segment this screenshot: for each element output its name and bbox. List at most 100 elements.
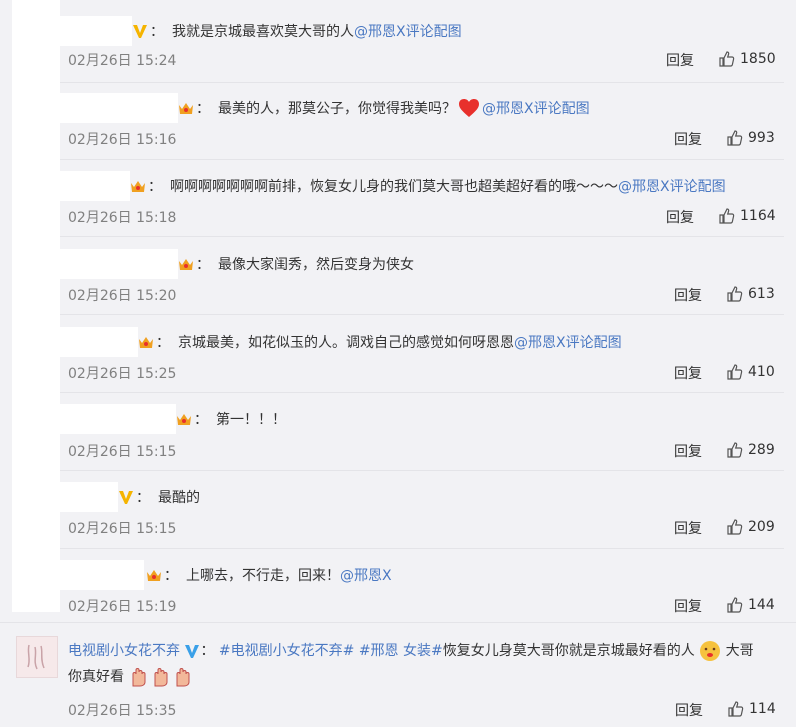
comment-item: ： 最美的人，那莫公子，你觉得我美吗？ @邢恩X 评论配图 02月26日 15:…: [60, 82, 784, 159]
like-count: 209: [748, 519, 775, 535]
username-redacted: [60, 16, 132, 46]
username-redacted: [60, 404, 176, 434]
colon: ：: [196, 257, 210, 273]
thumbs-up-icon: [727, 286, 743, 302]
like-button[interactable]: 613: [726, 285, 775, 303]
like-button[interactable]: 289: [726, 441, 775, 459]
colon: ：: [194, 412, 208, 428]
colon: ：: [136, 490, 150, 506]
comment-item: ： 京城最美，如花似玉的人。调戏自己的感觉如何呀恩恩 @邢恩X 评论配图 02月…: [60, 314, 784, 391]
comment-text: 最美的人，那莫公子，你觉得我美吗？: [218, 101, 456, 117]
colon: ：: [150, 24, 164, 40]
comment-line: ： 第一！！！: [176, 404, 286, 434]
mention-link[interactable]: @邢恩X: [618, 176, 670, 196]
comment-line: ： 京城最美，如花似玉的人。调戏自己的感觉如何呀恩恩 @邢恩X 评论配图: [138, 327, 622, 357]
comment-text: 上哪去，不行走，回来！: [186, 568, 340, 584]
comment-item: ： 最像大家闺秀，然后变身为侠女 02月26日 15:20 回复 613: [60, 236, 784, 313]
like-button[interactable]: 114: [727, 700, 776, 718]
reply-button[interactable]: 回复: [666, 50, 694, 70]
thumbs-up-icon: [727, 519, 743, 535]
comment-date: 02月26日 15:35: [68, 703, 177, 719]
comment-line: ： 最美的人，那莫公子，你觉得我美吗？ @邢恩X 评论配图: [178, 93, 590, 123]
crown-icon: [177, 414, 191, 425]
like-button[interactable]: 144: [726, 596, 775, 614]
colon: ：: [156, 335, 170, 351]
comment-item: ： 啊啊啊啊啊啊啊前排，恢复女儿身的我们莫大哥也超美超好看的哦～～～ @邢恩X …: [60, 159, 784, 236]
crown-icon: [179, 259, 193, 270]
comment-date: 02月26日 15:19: [68, 599, 177, 615]
like-count: 1850: [740, 51, 776, 67]
comment-item: ： 第一！！！ 02月26日 15:15 回复 289: [60, 392, 784, 469]
left-panel: [12, 0, 60, 612]
comment-body: 电视剧小女花不弃 ： #电视剧小女花不弃# #邢恩 女装#恢复女儿身莫大哥你就是…: [68, 638, 780, 690]
like-count: 144: [748, 597, 775, 613]
like-count: 993: [748, 130, 775, 146]
like-button[interactable]: 209: [726, 518, 775, 536]
thumbs-up-icon: [719, 51, 735, 67]
username-redacted: [60, 93, 178, 123]
reply-button[interactable]: 回复: [674, 596, 702, 616]
like-count: 289: [748, 442, 775, 458]
like-count: 613: [748, 286, 775, 302]
crown-icon: [131, 181, 145, 192]
like-count: 114: [749, 701, 776, 717]
verified-icon: [119, 491, 133, 504]
username-redacted: [60, 171, 130, 201]
verified-blue-icon: [185, 645, 200, 658]
avatar-image: [27, 644, 45, 670]
thumbs-up-icon: [727, 597, 743, 613]
crown-icon: [139, 337, 153, 348]
comment-line: ： 最像大家闺秀，然后变身为侠女: [178, 249, 414, 279]
image-link[interactable]: 评论配图: [406, 21, 462, 41]
verified-icon: [133, 25, 147, 38]
blush-emoji-icon: [700, 641, 721, 661]
hand-emoji-icon: [154, 668, 168, 687]
comment-text: 我就是京城最喜欢莫大哥的人: [172, 24, 354, 40]
mention-link[interactable]: @邢恩X: [354, 21, 406, 41]
topic-tag[interactable]: #电视剧小女花不弃#: [219, 643, 354, 659]
reply-button[interactable]: 回复: [674, 441, 702, 461]
mention-link[interactable]: @邢恩X: [514, 332, 566, 352]
like-button[interactable]: 993: [726, 129, 775, 147]
mention-link[interactable]: @邢恩X: [482, 98, 534, 118]
image-link[interactable]: 评论配图: [670, 176, 726, 196]
comment-text: 恢复女儿身莫大哥你就是京城最好看的人: [442, 643, 695, 659]
reply-button[interactable]: 回复: [674, 518, 702, 538]
mention-link[interactable]: @邢恩X: [340, 565, 392, 585]
comment-line: ： 我就是京城最喜欢莫大哥的人 @邢恩X 评论配图: [132, 16, 462, 46]
comment-text: 京城最美，如花似玉的人。调戏自己的感觉如何呀恩恩: [178, 335, 514, 351]
colon: ：: [200, 643, 215, 659]
reply-button[interactable]: 回复: [666, 207, 694, 227]
thumbs-up-icon: [727, 130, 743, 146]
image-link[interactable]: 评论配图: [534, 98, 590, 118]
heart-icon: [459, 99, 479, 117]
avatar[interactable]: [16, 636, 58, 678]
comment-text: 第一！！！: [216, 412, 286, 428]
reply-button[interactable]: 回复: [675, 700, 703, 720]
like-button[interactable]: 1164: [718, 207, 776, 225]
thumbs-up-icon: [728, 701, 744, 717]
comment-line: ： 啊啊啊啊啊啊啊前排，恢复女儿身的我们莫大哥也超美超好看的哦～～～ @邢恩X …: [130, 171, 726, 201]
like-button[interactable]: 1850: [718, 50, 776, 68]
thumbs-up-icon: [727, 442, 743, 458]
username-redacted: [60, 327, 138, 357]
like-count: 1164: [740, 208, 776, 224]
comment-item: ： 上哪去，不行走，回来！ @邢恩X 02月26日 15:19 回复 144: [60, 548, 784, 621]
comment-line: ： 最酷的: [118, 482, 200, 512]
comment-text-cont: 大哥: [725, 643, 754, 659]
reply-button[interactable]: 回复: [674, 285, 702, 305]
reply-button[interactable]: 回复: [674, 129, 702, 149]
like-count: 410: [748, 364, 775, 380]
reply-button[interactable]: 回复: [674, 363, 702, 383]
topic-tag[interactable]: #邢恩 女装#: [359, 643, 443, 659]
image-link[interactable]: 评论配图: [566, 332, 622, 352]
like-button[interactable]: 410: [726, 363, 775, 381]
username-link[interactable]: 电视剧小女花不弃: [68, 643, 180, 659]
colon: ：: [164, 568, 178, 584]
comment-line: ： 上哪去，不行走，回来！ @邢恩X: [146, 560, 392, 590]
comment-item: ： 我就是京城最喜欢莫大哥的人 @邢恩X 评论配图 02月26日 15:24 回…: [60, 16, 784, 80]
colon: ：: [148, 179, 162, 195]
hand-emoji-icon: [132, 668, 146, 687]
hand-emoji-icon: [176, 668, 190, 687]
comment-text: 最像大家闺秀，然后变身为侠女: [218, 257, 414, 273]
